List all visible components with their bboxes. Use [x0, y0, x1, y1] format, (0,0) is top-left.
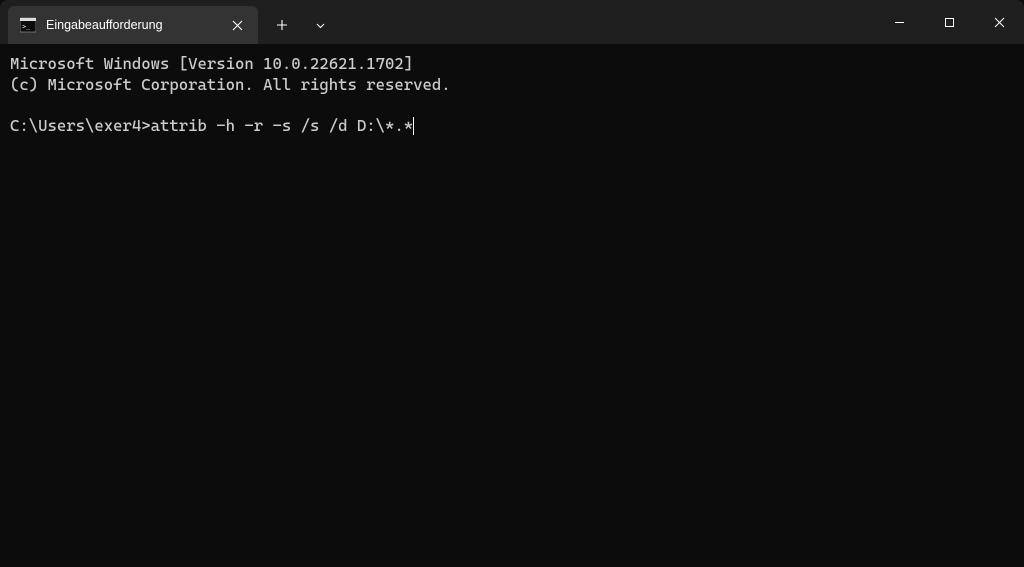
window-controls	[874, 0, 1024, 44]
terminal-prompt: C:\Users\exer4>	[10, 116, 151, 135]
titlebar: >_ Eingabeaufforderung	[0, 0, 1024, 44]
svg-text:>_: >_	[22, 23, 30, 31]
close-button[interactable]	[974, 0, 1024, 44]
titlebar-drag-region[interactable]	[338, 0, 874, 44]
new-tab-button[interactable]	[264, 9, 300, 41]
terminal-viewport[interactable]: Microsoft Windows [Version 10.0.22621.17…	[0, 44, 1024, 147]
terminal-line: Microsoft Windows [Version 10.0.22621.17…	[10, 54, 413, 73]
tab-dropdown-button[interactable]	[302, 9, 338, 41]
tab-actions	[264, 6, 338, 44]
tab-title: Eingabeaufforderung	[46, 18, 216, 32]
tab-close-button[interactable]	[226, 14, 248, 36]
text-cursor	[413, 117, 414, 135]
cmd-icon: >_	[20, 17, 36, 33]
minimize-button[interactable]	[874, 0, 924, 44]
active-tab[interactable]: >_ Eingabeaufforderung	[8, 6, 258, 44]
maximize-button[interactable]	[924, 0, 974, 44]
terminal-command: attrib -h -r -s /s /d D:\*.*	[151, 116, 414, 135]
terminal-line: (c) Microsoft Corporation. All rights re…	[10, 75, 451, 94]
